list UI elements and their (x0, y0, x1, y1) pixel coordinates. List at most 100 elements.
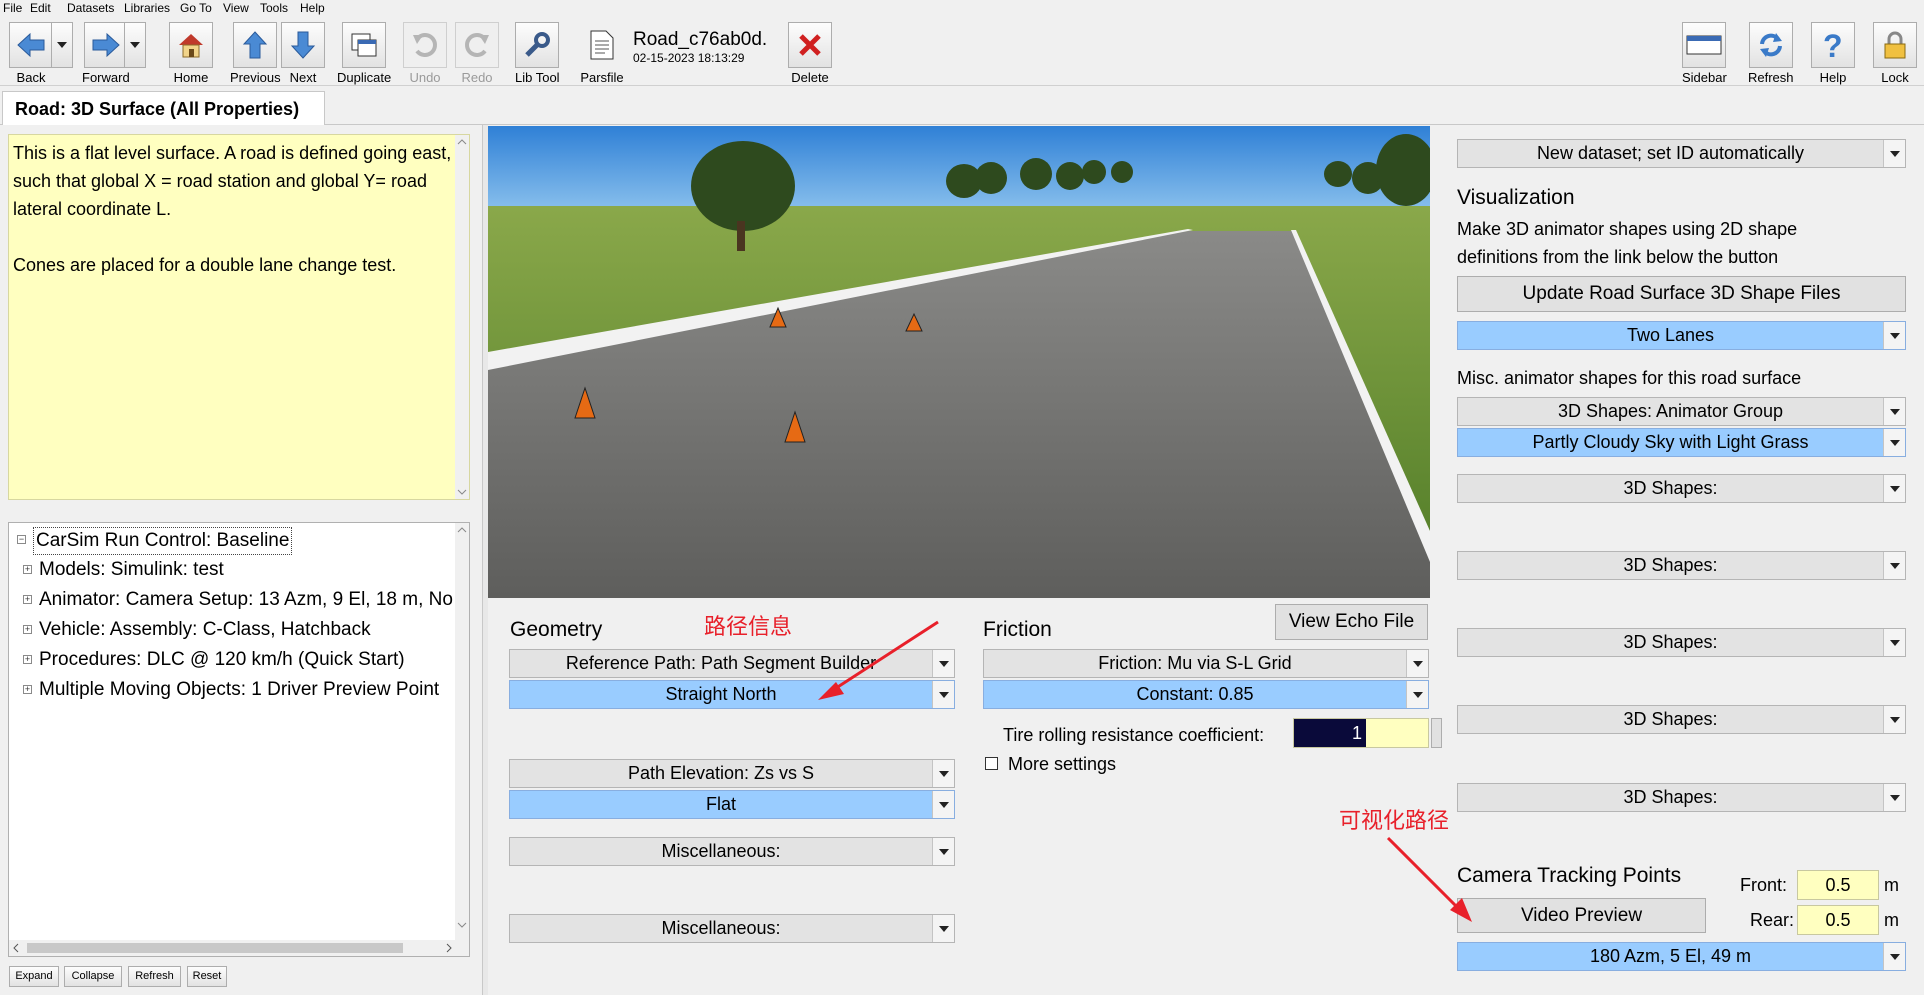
collapse-icon[interactable]: − (17, 535, 26, 544)
tire-rolling-resistance-field[interactable]: 1 (1293, 718, 1429, 748)
3d-shapes-select[interactable]: 3D Shapes: (1457, 628, 1906, 657)
parsfile-button[interactable]: Parsfile (580, 22, 624, 85)
svg-text:?: ? (1823, 29, 1843, 61)
menu-go-to[interactable]: Go To (180, 1, 212, 15)
tree-vertical-scrollbar[interactable] (455, 523, 469, 940)
camera-tracking-title: Camera Tracking Points (1457, 864, 1682, 887)
3d-shapes-select[interactable]: 3D Shapes: (1457, 474, 1906, 503)
document-icon (580, 22, 624, 68)
lock-button[interactable]: Lock (1873, 22, 1917, 85)
back-history-dropdown[interactable] (51, 22, 73, 68)
expand-button[interactable]: Expand (9, 966, 59, 987)
visualization-title: Visualization (1457, 186, 1575, 209)
front-tracking-field[interactable]: 0.5 (1797, 870, 1879, 900)
menu-tools[interactable]: Tools (260, 1, 288, 15)
dataset-timestamp: 02-15-2023 18:13:29 (633, 51, 745, 65)
visualization-description: definitions from the link below the butt… (1457, 247, 1779, 267)
path-elevation-category-select[interactable]: Path Elevation: Zs vs S (509, 759, 955, 788)
help-question-icon: ? (1811, 22, 1855, 68)
3d-shapes-select[interactable]: 3D Shapes: (1457, 551, 1906, 580)
menu-libraries[interactable]: Libraries (124, 1, 170, 15)
animator-group-category-select[interactable]: 3D Shapes: Animator Group (1457, 397, 1906, 426)
home-icon (169, 22, 213, 68)
front-unit: m (1884, 875, 1899, 895)
tire-rolling-resistance-label: Tire rolling resistance coefficient: (1003, 725, 1265, 745)
path-elevation-dataset-select[interactable]: Flat (509, 790, 955, 819)
animator-group-dataset-select[interactable]: Partly Cloudy Sky with Light Grass (1457, 428, 1906, 457)
sidebar-button[interactable]: Sidebar (1682, 22, 1727, 85)
geometry-title: Geometry (510, 618, 603, 641)
expand-icon[interactable]: + (23, 655, 32, 664)
arrow-up-icon (233, 22, 278, 68)
delete-x-icon (788, 22, 832, 68)
back-button[interactable]: Back (9, 22, 53, 85)
lock-icon (1873, 22, 1917, 68)
update-road-surface-button[interactable]: Update Road Surface 3D Shape Files (1457, 276, 1906, 312)
menu-edit[interactable]: Edit (30, 1, 51, 15)
menu-help[interactable]: Help (300, 1, 325, 15)
next-button[interactable]: Next (281, 22, 325, 85)
road-surface-shape-select[interactable]: Two Lanes (1457, 321, 1906, 350)
home-button[interactable]: Home (169, 22, 213, 85)
arrow-down-icon (281, 22, 325, 68)
delete-button[interactable]: Delete (788, 22, 832, 85)
notes-panel[interactable]: This is a flat level surface. A road is … (8, 134, 470, 500)
notes-paragraph: Cones are placed for a double lane chang… (13, 255, 397, 275)
video-preview-button[interactable]: Video Preview (1457, 898, 1706, 933)
menu-view[interactable]: View (223, 1, 249, 15)
chevron-down-icon (1883, 629, 1905, 656)
chevron-down-icon (1406, 650, 1428, 677)
lib-tool-button[interactable]: Lib Tool (515, 22, 560, 85)
menu-bar: File Edit Datasets Libraries Go To View … (0, 0, 1924, 16)
chevron-down-icon (1883, 706, 1905, 733)
3d-shapes-select[interactable]: 3D Shapes: (1457, 783, 1906, 812)
friction-title: Friction (983, 618, 1052, 641)
miscellaneous-select-2[interactable]: Miscellaneous: (509, 914, 955, 943)
expand-icon[interactable]: + (23, 595, 32, 604)
forward-button[interactable]: Forward (82, 22, 130, 85)
menu-file[interactable]: File (3, 1, 22, 15)
undo-button[interactable]: Undo (403, 22, 447, 85)
duplicate-button[interactable]: Duplicate (337, 22, 391, 85)
previous-button[interactable]: Previous (230, 22, 281, 85)
expand-icon[interactable]: + (23, 565, 32, 574)
chevron-down-icon (1406, 681, 1428, 708)
3d-shapes-select[interactable]: 3D Shapes: (1457, 705, 1906, 734)
friction-category-select[interactable]: Friction: Mu via S-L Grid (983, 649, 1429, 678)
help-button[interactable]: ? Help (1811, 22, 1855, 85)
forward-history-dropdown[interactable] (124, 22, 146, 68)
view-echo-file-button[interactable]: View Echo File (1275, 604, 1428, 640)
chevron-down-icon (1883, 140, 1905, 167)
misc-animator-label: Misc. animator shapes for this road surf… (1457, 368, 1802, 388)
annotation-arrow (1386, 836, 1472, 922)
tree-horizontal-scrollbar[interactable] (9, 940, 469, 956)
camera-setup-select[interactable]: 180 Azm, 5 El, 49 m (1457, 942, 1906, 971)
rear-unit: m (1884, 910, 1899, 930)
run-control-tree: − CarSim Run Control: Baseline + Models:… (8, 522, 470, 957)
expand-icon[interactable]: + (23, 625, 32, 634)
annotation-arrow (818, 620, 939, 700)
tree-refresh-button[interactable]: Refresh (128, 966, 181, 987)
notes-scrollbar[interactable] (455, 135, 469, 499)
collapse-button[interactable]: Collapse (64, 966, 122, 987)
expand-icon[interactable]: + (23, 685, 32, 694)
wrench-icon (515, 22, 560, 68)
chevron-down-icon (1883, 398, 1905, 425)
rear-tracking-field[interactable]: 0.5 (1797, 905, 1879, 935)
chevron-down-icon (1883, 475, 1905, 502)
dataset-mode-select[interactable]: New dataset; set ID automatically (1457, 139, 1906, 168)
menu-datasets[interactable]: Datasets (67, 1, 114, 15)
friction-dataset-select[interactable]: Constant: 0.85 (983, 680, 1429, 709)
refresh-button[interactable]: Refresh (1748, 22, 1794, 85)
scrollbar-thumb[interactable] (27, 943, 403, 953)
chevron-down-icon (1883, 429, 1905, 456)
redo-button[interactable]: Redo (455, 22, 499, 85)
tire-rolling-resistance-spin[interactable] (1431, 718, 1442, 748)
reset-button[interactable]: Reset (187, 966, 227, 987)
visualization-description: Make 3D animator shapes using 2D shape (1457, 219, 1798, 239)
sidebar-icon (1682, 22, 1727, 68)
more-settings-checkbox[interactable] (985, 757, 998, 770)
chevron-down-icon (932, 915, 954, 942)
tab-road-3d-surface[interactable]: Road: 3D Surface (All Properties) (2, 91, 325, 125)
miscellaneous-select-1[interactable]: Miscellaneous: (509, 837, 955, 866)
